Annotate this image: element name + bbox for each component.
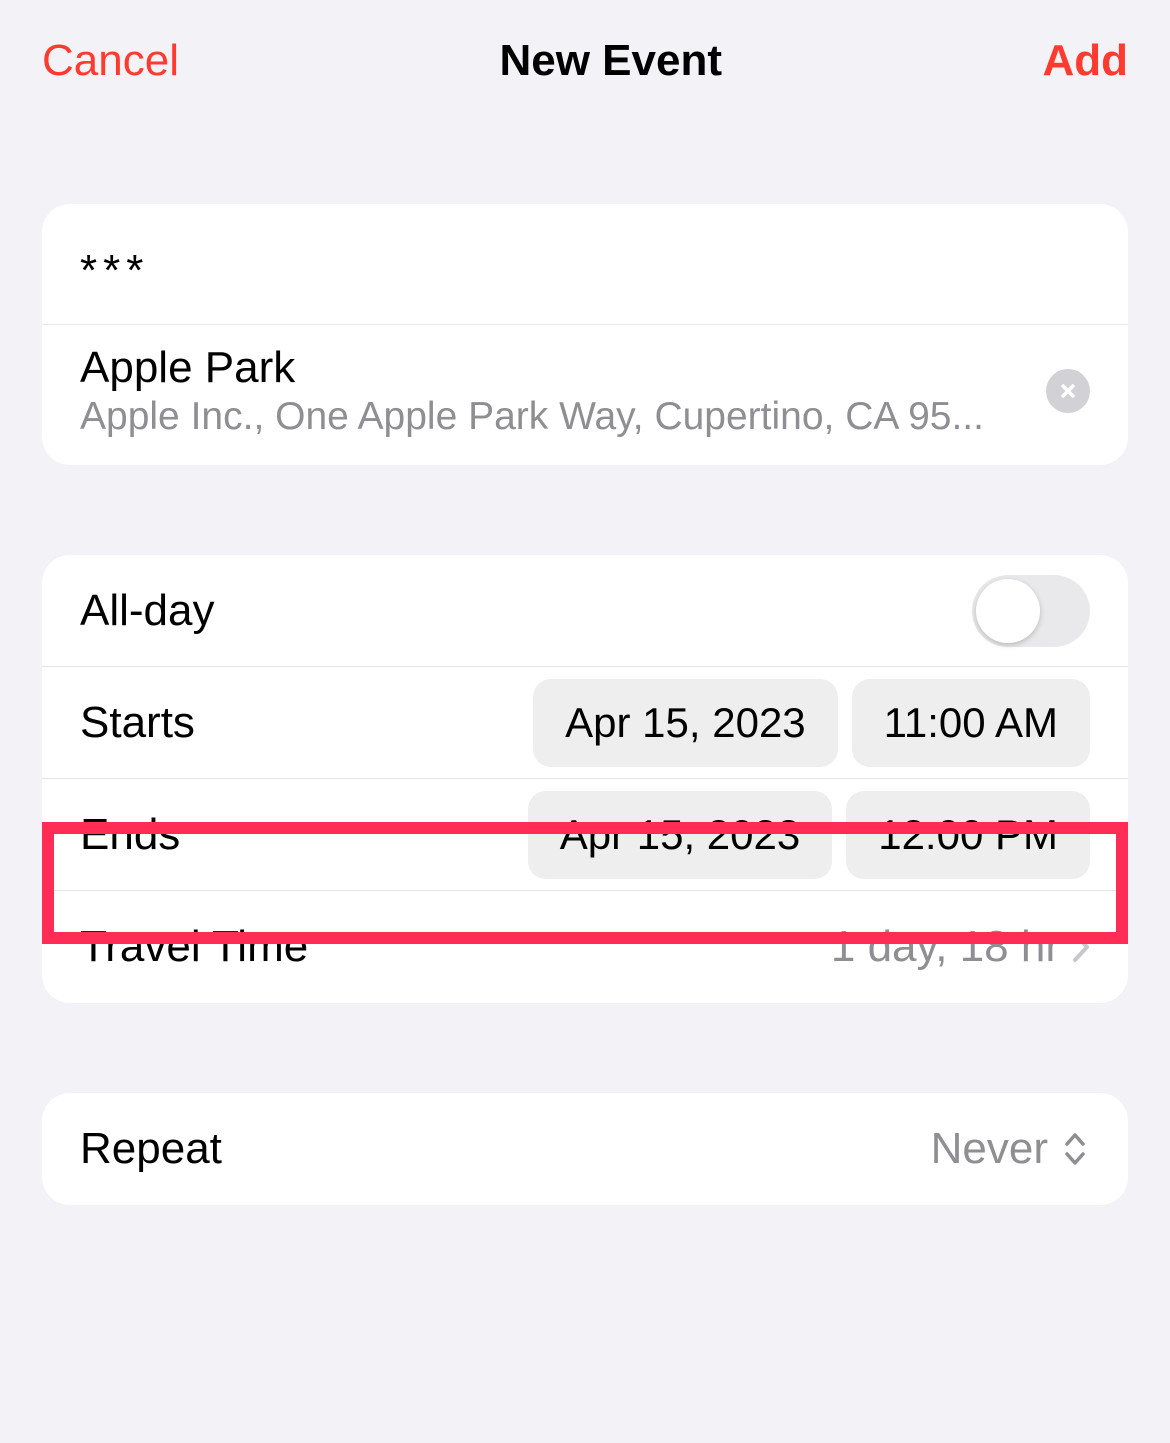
add-button[interactable]: Add — [1042, 36, 1128, 86]
ends-row: Ends Apr 15, 2023 12:00 PM — [42, 779, 1128, 891]
repeat-label: Repeat — [80, 1124, 931, 1174]
nav-bar: Cancel New Event Add — [0, 0, 1170, 114]
title-field[interactable] — [80, 214, 1090, 314]
all-day-toggle[interactable] — [972, 575, 1090, 647]
title-location-group: Apple Park Apple Inc., One Apple Park Wa… — [42, 204, 1128, 465]
starts-label: Starts — [80, 698, 533, 748]
starts-time-button[interactable]: 11:00 AM — [852, 679, 1090, 767]
repeat-row[interactable]: Repeat Never — [42, 1093, 1128, 1205]
all-day-label: All-day — [80, 586, 972, 636]
repeat-value: Never — [931, 1124, 1048, 1174]
travel-time-label: Travel Time — [80, 922, 831, 972]
location-row[interactable]: Apple Park Apple Inc., One Apple Park Wa… — [42, 325, 1128, 465]
ends-label: Ends — [80, 810, 528, 860]
location-text: Apple Park Apple Inc., One Apple Park Wa… — [80, 343, 1026, 439]
travel-time-row[interactable]: Travel Time 1 day, 18 hr — [42, 891, 1128, 1003]
datetime-group: All-day Starts Apr 15, 2023 11:00 AM End… — [42, 555, 1128, 1003]
page-title: New Event — [499, 36, 722, 86]
location-name: Apple Park — [80, 343, 1026, 393]
repeat-group: Repeat Never — [42, 1093, 1128, 1205]
starts-row: Starts Apr 15, 2023 11:00 AM — [42, 667, 1128, 779]
clear-location-button[interactable] — [1046, 369, 1090, 413]
cancel-button[interactable]: Cancel — [42, 36, 179, 86]
location-address: Apple Inc., One Apple Park Way, Cupertin… — [80, 395, 1026, 439]
title-row[interactable] — [42, 204, 1128, 325]
ends-time-button[interactable]: 12:00 PM — [846, 791, 1090, 879]
popup-arrows-icon — [1060, 1130, 1090, 1168]
starts-date-button[interactable]: Apr 15, 2023 — [533, 679, 838, 767]
travel-time-value: 1 day, 18 hr — [831, 922, 1060, 972]
new-event-sheet: Cancel New Event Add Apple Park Apple In… — [0, 0, 1170, 1443]
close-icon — [1058, 381, 1078, 401]
all-day-row: All-day — [42, 555, 1128, 667]
ends-date-button[interactable]: Apr 15, 2023 — [528, 791, 833, 879]
chevron-right-icon — [1072, 931, 1090, 963]
toggle-knob — [976, 579, 1040, 643]
